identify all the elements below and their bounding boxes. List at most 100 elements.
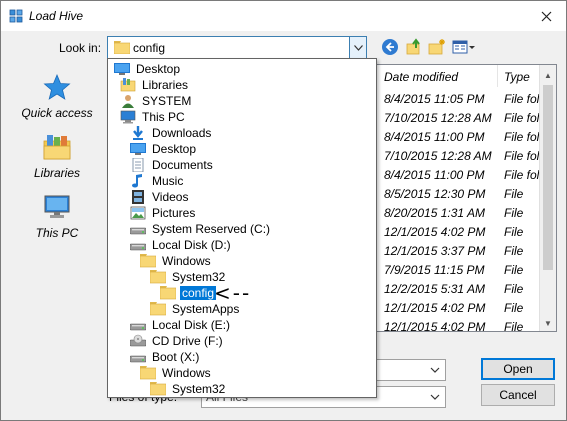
drive-icon [130, 323, 146, 331]
cancel-button[interactable]: Cancel [481, 384, 555, 406]
row-date-modified[interactable]: 8/20/2015 1:31 AM [384, 206, 485, 220]
row-type[interactable]: File [504, 187, 523, 201]
row-date-modified[interactable]: 12/1/2015 4:02 PM [384, 320, 485, 334]
row-type[interactable]: File [504, 244, 523, 258]
place-label: Libraries [33, 166, 81, 180]
places-bar: Quick access Libraries This PC [9, 63, 105, 353]
folder-icon [150, 302, 166, 316]
place-quick-access[interactable]: Quick access [9, 73, 105, 120]
dropdown-item-label: Videos [152, 190, 189, 204]
row-type[interactable]: File fol [504, 92, 539, 106]
videos-icon [132, 190, 144, 204]
dropdown-item-label: SYSTEM [142, 94, 192, 108]
dropdown-item-label: Documents [152, 158, 213, 172]
desktop-icon [114, 63, 130, 75]
folder-icon [140, 254, 156, 268]
lookin-dropdown-list[interactable]: Desktop Libraries SYSTEM This PC Downloads De… [107, 58, 377, 398]
dropdown-item-label: Windows [162, 254, 211, 268]
registry-icon [9, 9, 23, 23]
dropdown-item-label: Local Disk (E:) [152, 318, 231, 332]
row-date-modified[interactable]: 8/4/2015 11:00 PM [384, 130, 485, 144]
annotation-arrow: <-- [214, 281, 252, 305]
new-folder-icon[interactable] [428, 38, 446, 56]
folder-icon [150, 382, 166, 396]
dropdown-item-label: Pictures [152, 206, 196, 220]
place-libraries[interactable]: Libraries [9, 133, 105, 180]
close-button[interactable] [536, 7, 556, 25]
column-header-type[interactable]: Type [498, 65, 543, 87]
back-icon[interactable] [381, 38, 399, 56]
folder-icon [160, 286, 176, 300]
documents-icon [132, 158, 144, 172]
row-date-modified[interactable]: 7/10/2015 12:28 AM [384, 149, 492, 163]
dropdown-item-label: System Reserved (C:) [152, 222, 271, 236]
dropdown-item-label: Downloads [152, 126, 212, 140]
dropdown-item-label: Music [152, 174, 184, 188]
lookin-combo[interactable]: config [107, 36, 367, 59]
row-type[interactable]: File [504, 301, 523, 315]
row-date-modified[interactable]: 8/4/2015 11:05 PM [384, 92, 485, 106]
row-type[interactable]: File [504, 225, 523, 239]
title-bar: Load Hive [1, 1, 566, 31]
column-header-date[interactable]: Date modified [378, 65, 498, 87]
row-type[interactable]: File [504, 282, 523, 296]
row-date-modified[interactable]: 7/10/2015 12:28 AM [384, 111, 492, 125]
drive-icon [130, 227, 146, 235]
dropdown-item-label: Desktop [136, 62, 181, 76]
lookin-value: config [133, 41, 166, 55]
view-menu-icon[interactable] [452, 38, 476, 56]
row-date-modified[interactable]: 12/1/2015 3:37 PM [384, 244, 485, 258]
computer-icon [44, 195, 70, 218]
drive-icon [130, 243, 146, 251]
downloads-icon [133, 126, 143, 140]
chevron-down-icon [430, 394, 440, 400]
pictures-icon [130, 206, 146, 220]
file-name-input[interactable] [366, 359, 446, 381]
open-button[interactable]: Open [481, 358, 555, 380]
dropdown-item-label: This PC [142, 110, 185, 124]
star-icon [43, 73, 71, 100]
folder-icon [114, 41, 130, 54]
scroll-thumb[interactable] [543, 85, 553, 270]
close-icon [541, 11, 551, 21]
lookin-label: Look in: [59, 41, 102, 55]
place-label: This PC [35, 226, 79, 240]
libraries-icon [120, 78, 136, 92]
row-date-modified[interactable]: 7/9/2015 11:15 PM [384, 263, 485, 277]
row-type[interactable]: File [504, 263, 523, 277]
user-icon [122, 95, 134, 108]
libraries-icon [43, 135, 71, 160]
place-label: Quick access [21, 106, 93, 120]
window-title: Load Hive [29, 9, 84, 23]
drive-icon [130, 355, 146, 363]
row-date-modified[interactable]: 8/5/2015 12:30 PM [384, 187, 485, 201]
row-date-modified[interactable]: 8/4/2015 11:00 PM [384, 168, 485, 182]
lookin-dropdown-button[interactable] [349, 37, 366, 58]
row-date-modified[interactable]: 12/1/2015 4:02 PM [384, 225, 485, 239]
row-type[interactable]: File [504, 320, 523, 334]
place-this-pc[interactable]: This PC [9, 193, 105, 240]
row-type[interactable]: File fol [504, 130, 539, 144]
row-type[interactable]: File [504, 206, 523, 220]
row-date-modified[interactable]: 12/2/2015 5:31 AM [384, 282, 485, 296]
dropdown-item-label: System32 [172, 382, 226, 396]
dropdown-item-label: Local Disk (D:) [152, 238, 231, 252]
row-type[interactable]: File fol [504, 111, 539, 125]
vertical-scrollbar[interactable]: ▲ ▼ [539, 65, 556, 331]
up-folder-icon[interactable] [405, 38, 423, 56]
chevron-down-icon [430, 367, 440, 373]
cd-drive-icon [130, 334, 146, 347]
scroll-up-icon[interactable]: ▲ [540, 67, 556, 83]
music-icon [132, 174, 142, 188]
dropdown-item-label: Libraries [142, 78, 189, 92]
desktop-icon [130, 143, 146, 155]
folder-icon [140, 366, 156, 380]
row-type[interactable]: File fol [504, 168, 539, 182]
scroll-down-icon[interactable]: ▼ [540, 315, 556, 331]
folder-icon [150, 270, 166, 284]
row-type[interactable]: File fol [504, 149, 539, 163]
dropdown-item-label: config [178, 285, 218, 301]
chevron-down-icon [353, 44, 363, 51]
row-date-modified[interactable]: 12/1/2015 4:02 PM [384, 301, 485, 315]
dropdown-item-label: Desktop [152, 142, 197, 156]
